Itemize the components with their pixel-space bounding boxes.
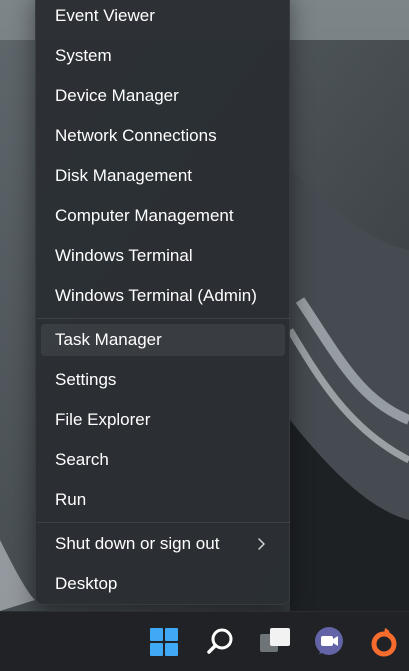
menu-item-settings[interactable]: Settings: [41, 364, 285, 396]
chevron-right-icon: [258, 538, 265, 550]
start-button[interactable]: [144, 622, 184, 662]
windows-start-icon: [150, 628, 178, 656]
desktop: Event Viewer System Device Manager Netwo…: [0, 0, 409, 671]
menu-item-file-explorer[interactable]: File Explorer: [41, 404, 285, 436]
origin-icon: [371, 628, 397, 657]
task-view-icon: [260, 628, 290, 652]
menu-item-computer-management[interactable]: Computer Management: [41, 200, 285, 232]
search-icon: [207, 628, 233, 654]
menu-item-system[interactable]: System: [41, 40, 285, 72]
menu-item-windows-terminal[interactable]: Windows Terminal: [41, 240, 285, 272]
teams-chat-icon: [315, 627, 343, 655]
menu-item-search[interactable]: Search: [41, 444, 285, 476]
quick-link-menu: Event Viewer System Device Manager Netwo…: [35, 0, 290, 605]
menu-item-desktop[interactable]: Desktop: [41, 568, 285, 600]
menu-item-run[interactable]: Run: [41, 484, 285, 516]
menu-item-event-viewer[interactable]: Event Viewer: [41, 0, 285, 32]
menu-item-task-manager[interactable]: Task Manager: [41, 324, 285, 356]
menu-item-disk-management[interactable]: Disk Management: [41, 160, 285, 192]
task-view-button[interactable]: [256, 622, 296, 662]
search-button[interactable]: [200, 622, 240, 662]
menu-item-network-connections[interactable]: Network Connections: [41, 120, 285, 152]
menu-item-label: Shut down or sign out: [55, 534, 220, 553]
chat-button[interactable]: [310, 622, 350, 662]
menu-item-windows-terminal-admin[interactable]: Windows Terminal (Admin): [41, 280, 285, 312]
menu-item-shut-down-or-sign-out[interactable]: Shut down or sign out: [41, 528, 285, 560]
menu-item-device-manager[interactable]: Device Manager: [41, 80, 285, 112]
menu-separator: [37, 318, 290, 319]
origin-app-button[interactable]: [364, 622, 404, 662]
menu-separator: [37, 522, 290, 523]
taskbar: [0, 611, 409, 671]
